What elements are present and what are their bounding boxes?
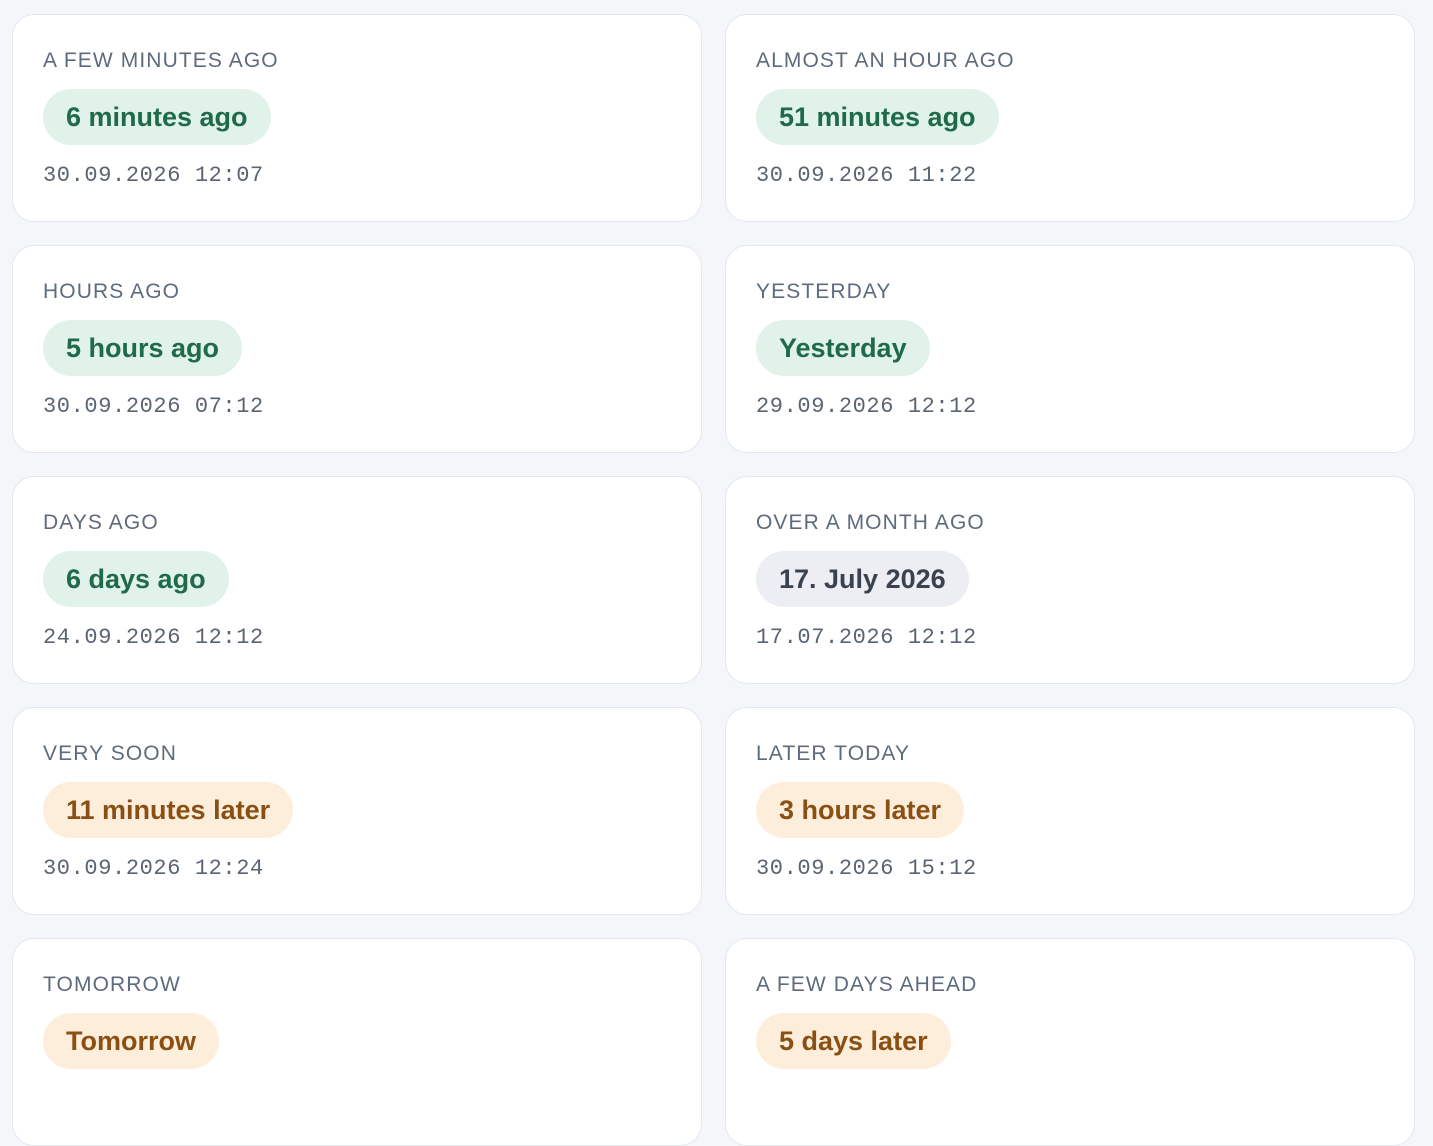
absolute-timestamp: 30.09.2026 07:12 bbox=[43, 394, 264, 419]
relative-time-badge: 17. July 2026 bbox=[756, 551, 969, 607]
relative-time-badge: 11 minutes later bbox=[43, 782, 294, 838]
absolute-timestamp: 24.09.2026 12:12 bbox=[43, 625, 264, 650]
time-card-few-minutes-ago: A FEW MINUTES AGO 6 minutes ago 30.09.20… bbox=[12, 14, 702, 222]
time-card-days-ago: DAYS AGO 6 days ago 24.09.2026 12:12 bbox=[12, 476, 702, 684]
absolute-timestamp: 30.09.2026 15:12 bbox=[756, 856, 977, 881]
absolute-timestamp: 30.09.2026 12:24 bbox=[43, 856, 264, 881]
time-card-yesterday: YESTERDAY Yesterday 29.09.2026 12:12 bbox=[725, 245, 1415, 453]
card-label: A FEW DAYS AHEAD bbox=[756, 973, 978, 996]
absolute-timestamp: 30.09.2026 11:22 bbox=[756, 163, 977, 188]
relative-time-badge: 3 hours later bbox=[756, 782, 965, 838]
card-label: A FEW MINUTES AGO bbox=[43, 49, 279, 72]
card-label: OVER A MONTH AGO bbox=[756, 511, 985, 534]
card-label: VERY SOON bbox=[43, 742, 178, 765]
relative-time-badge: 5 days later bbox=[756, 1013, 951, 1069]
relative-time-badge: 6 days ago bbox=[43, 551, 229, 607]
time-cards-grid: A FEW MINUTES AGO 6 minutes ago 30.09.20… bbox=[12, 14, 1415, 1146]
relative-time-badge: Yesterday bbox=[756, 320, 930, 376]
time-card-later-today: LATER TODAY 3 hours later 30.09.2026 15:… bbox=[725, 707, 1415, 915]
card-label: YESTERDAY bbox=[756, 280, 892, 303]
absolute-timestamp: 17.07.2026 12:12 bbox=[756, 625, 977, 650]
relative-time-badge: 5 hours ago bbox=[43, 320, 243, 376]
relative-time-badge: Tomorrow bbox=[43, 1013, 219, 1069]
time-card-hours-ago: HOURS AGO 5 hours ago 30.09.2026 07:12 bbox=[12, 245, 702, 453]
card-label: TOMORROW bbox=[43, 973, 181, 996]
card-label: ALMOST AN HOUR AGO bbox=[756, 49, 1015, 72]
card-label: LATER TODAY bbox=[756, 742, 911, 765]
time-card-almost-an-hour-ago: ALMOST AN HOUR AGO 51 minutes ago 30.09.… bbox=[725, 14, 1415, 222]
relative-time-badge: 51 minutes ago bbox=[756, 89, 999, 145]
time-card-a-few-days-ahead: A FEW DAYS AHEAD 5 days later bbox=[725, 938, 1415, 1146]
time-card-tomorrow: TOMORROW Tomorrow bbox=[12, 938, 702, 1146]
time-card-over-a-month-ago: OVER A MONTH AGO 17. July 2026 17.07.202… bbox=[725, 476, 1415, 684]
absolute-timestamp: 30.09.2026 12:07 bbox=[43, 163, 264, 188]
card-label: HOURS AGO bbox=[43, 280, 181, 303]
relative-time-badge: 6 minutes ago bbox=[43, 89, 271, 145]
time-card-very-soon: VERY SOON 11 minutes later 30.09.2026 12… bbox=[12, 707, 702, 915]
card-label: DAYS AGO bbox=[43, 511, 159, 534]
absolute-timestamp: 29.09.2026 12:12 bbox=[756, 394, 977, 419]
